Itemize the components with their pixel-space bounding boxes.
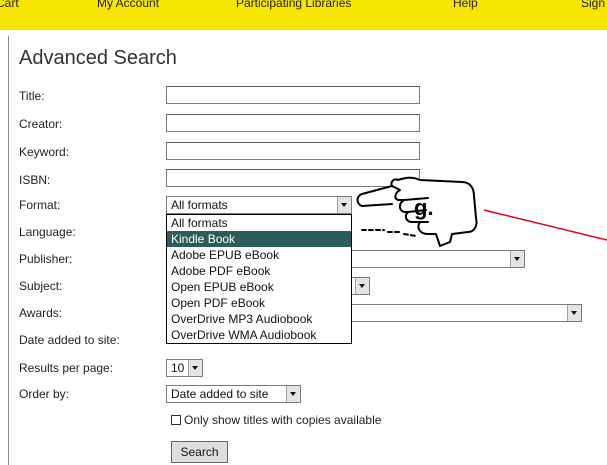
format-select[interactable]: All formats [166, 196, 352, 214]
subject-select-arrow-icon[interactable] [355, 278, 369, 294]
title-label: Title: [19, 89, 45, 103]
keyword-input[interactable] [166, 142, 420, 160]
format-dropdown-list: All formats Kindle Book Adobe EPUB eBook… [166, 214, 352, 344]
date-added-label: Date added to site: [19, 333, 120, 347]
results-per-page-select[interactable]: 10 [166, 359, 203, 377]
results-per-page-arrow-icon[interactable] [188, 360, 202, 376]
order-by-arrow-icon[interactable] [286, 386, 300, 402]
format-option-all-formats[interactable]: All formats [167, 215, 351, 231]
title-input[interactable] [166, 86, 420, 104]
format-option-kindle-book[interactable]: Kindle Book [167, 231, 351, 247]
format-option-overdrive-wma[interactable]: OverDrive WMA Audiobook [167, 327, 351, 343]
format-option-adobe-epub[interactable]: Adobe EPUB eBook [167, 247, 351, 263]
format-option-overdrive-mp3[interactable]: OverDrive MP3 Audiobook [167, 311, 351, 327]
page-title: Advanced Search [19, 47, 177, 69]
isbn-input[interactable] [166, 169, 420, 187]
nav-participating-libraries-link[interactable]: Participating Libraries [236, 0, 351, 10]
awards-select-arrow-icon[interactable] [567, 305, 581, 321]
annotation-label: g. [414, 195, 434, 220]
format-select-value: All formats [171, 198, 228, 212]
results-per-page-value: 10 [171, 361, 185, 375]
format-option-adobe-pdf[interactable]: Adobe PDF eBook [167, 263, 351, 279]
publisher-label: Publisher: [19, 252, 73, 266]
isbn-label: ISBN: [19, 173, 51, 187]
format-option-open-pdf[interactable]: Open PDF eBook [167, 295, 351, 311]
order-by-value: Date added to site [171, 387, 269, 401]
creator-label: Creator: [19, 117, 63, 131]
subject-label: Subject: [19, 279, 63, 293]
format-select-arrow-icon[interactable] [337, 197, 351, 213]
format-label: Format: [19, 198, 61, 212]
publisher-select-arrow-icon[interactable] [510, 251, 524, 267]
copies-available-label: Only show titles with copies available [184, 413, 382, 427]
format-option-open-epub[interactable]: Open EPUB eBook [167, 279, 351, 295]
results-per-page-label: Results per page: [19, 361, 114, 375]
creator-input[interactable] [166, 114, 420, 132]
nav-cart-link[interactable]: Cart [0, 0, 19, 10]
nav-my-account-link[interactable]: My Account [97, 0, 159, 10]
content-left-border [8, 36, 9, 465]
keyword-label: Keyword: [19, 145, 70, 159]
nav-sign-link[interactable]: Sign [581, 0, 605, 10]
search-button[interactable]: Search [171, 441, 228, 463]
top-nav-bar: Cart My Account Participating Libraries … [0, 0, 607, 30]
language-label: Language: [19, 225, 76, 239]
order-by-label: Order by: [19, 387, 70, 401]
nav-help-link[interactable]: Help [453, 0, 478, 10]
awards-label: Awards: [19, 306, 63, 320]
copies-available-checkbox[interactable] [171, 415, 181, 425]
order-by-select[interactable]: Date added to site [166, 385, 301, 403]
annotation-pointer-line [483, 209, 607, 241]
